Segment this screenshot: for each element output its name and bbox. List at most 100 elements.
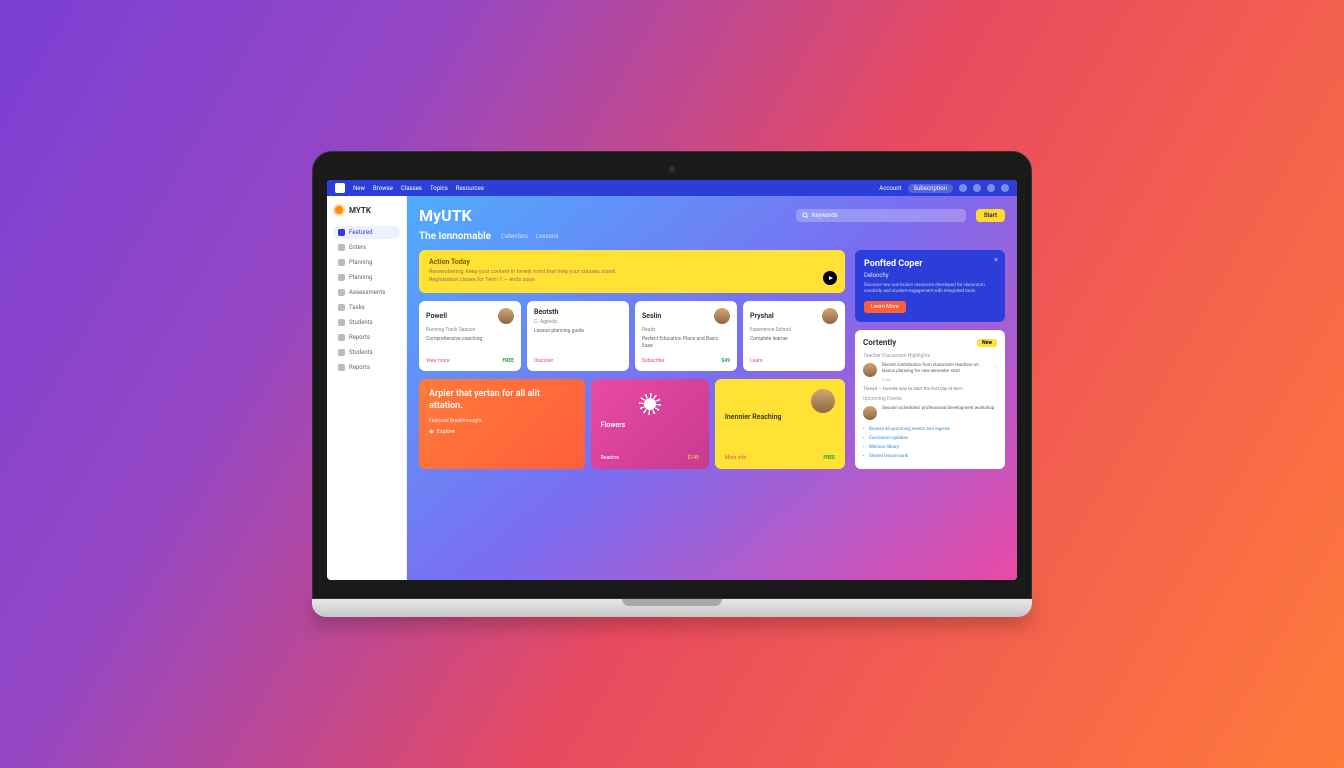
chevron-right-icon: › xyxy=(995,363,997,370)
link-item[interactable]: Browse all upcoming events and register xyxy=(863,425,997,434)
avatar xyxy=(498,308,514,324)
sidebar-item[interactable]: Planning xyxy=(333,256,400,269)
brand-text: MYTK xyxy=(349,206,371,215)
card-link[interactable]: Learn xyxy=(750,358,763,364)
close-icon[interactable]: × xyxy=(994,256,998,264)
avatar xyxy=(811,389,835,413)
section-label: Teacher Discussion Highlights xyxy=(863,353,997,359)
feed-line[interactable]: Thread — favorite way to start the first… xyxy=(863,387,997,392)
sidebar-nav: Featured Enters Planning Planning Assessment… xyxy=(333,226,400,374)
panel-title: Cortently xyxy=(863,338,896,347)
link-list: Browse all upcoming events and registerC… xyxy=(863,425,997,461)
nav-icon xyxy=(338,259,345,266)
brand[interactable]: MYTK xyxy=(333,204,400,216)
nav-icon xyxy=(338,319,345,326)
brand-logo-icon xyxy=(333,204,345,216)
nav-icon xyxy=(338,274,345,281)
nav-icon xyxy=(338,349,345,356)
sun-icon xyxy=(639,393,661,415)
profile-card[interactable]: PryshalExperience SchoolComplete learner… xyxy=(743,301,845,371)
link-item[interactable]: Curriculum updates xyxy=(863,434,997,443)
sub-tab[interactable]: Calendars xyxy=(501,233,528,240)
tile-title: Inennier Reaching xyxy=(725,413,835,422)
tile-explore-button[interactable]: ◉ Explore xyxy=(429,429,455,435)
topbar-nav-item[interactable]: Resources xyxy=(456,185,484,192)
topbar-nav-item[interactable]: Browse xyxy=(373,185,393,192)
feature-tiles: Arpier that yertan for all alit attation… xyxy=(419,379,845,469)
promo-subtitle: Delonchy xyxy=(864,272,996,279)
tile-meta: Featured Breakthroughs xyxy=(429,418,575,424)
section-tabs: Calendars Lessons xyxy=(501,233,558,240)
sidebar-item[interactable]: Assessments xyxy=(333,286,400,299)
avatar xyxy=(863,363,877,377)
topbar-subscription-badge[interactable]: Subscription xyxy=(908,184,954,193)
sidebar: MYTK Featured Enters Planning Planning Asses… xyxy=(327,196,407,580)
settings-icon[interactable] xyxy=(987,184,995,192)
help-icon[interactable] xyxy=(973,184,981,192)
section-title: The lennomable xyxy=(419,231,491,242)
app-screen: NewBrowseClassesTopicsResources Account … xyxy=(327,180,1017,580)
sidebar-item[interactable]: Planning xyxy=(333,271,400,284)
play-button[interactable] xyxy=(823,271,837,285)
feed-item[interactable]: Recent contribution from classroom teach… xyxy=(863,363,997,382)
topbar-nav-item[interactable]: Classes xyxy=(401,185,422,192)
notice-banner: Action Today Remembering: keep your cont… xyxy=(419,250,845,293)
tile-feature-yellow[interactable]: Inennier Reaching More info FREE xyxy=(715,379,845,469)
panel-badge: New xyxy=(977,339,997,347)
main-content: MyUTK Keywords Start The lennomable Cale… xyxy=(407,196,1017,580)
laptop-frame: NewBrowseClassesTopicsResources Account … xyxy=(312,151,1032,617)
notice-title: Action Today xyxy=(429,258,835,266)
profile-icon[interactable] xyxy=(1001,184,1009,192)
notification-icon[interactable] xyxy=(959,184,967,192)
topbar-logo-icon[interactable] xyxy=(335,183,345,193)
sub-tab[interactable]: Lessons xyxy=(536,233,558,240)
promo-text: Discover new curriculum resources develo… xyxy=(864,283,996,296)
avatar xyxy=(822,308,838,324)
card-link[interactable]: View more xyxy=(426,358,450,364)
profile-card[interactable]: SeslinReadyPerfect Education Plans and B… xyxy=(635,301,737,371)
sidebar-item[interactable]: Featured xyxy=(333,226,400,239)
nav-icon xyxy=(338,334,345,341)
tile-title: Arpier that yertan for all alit attation… xyxy=(429,389,575,412)
sidebar-item[interactable]: Reports xyxy=(333,331,400,344)
card-link[interactable]: Subscribe xyxy=(642,358,664,364)
search-placeholder: Keywords xyxy=(812,212,838,219)
tile-feature-pink[interactable]: Flowers Readme $149 xyxy=(591,379,709,469)
nav-icon xyxy=(338,304,345,311)
sidebar-item[interactable]: Students xyxy=(333,316,400,329)
search-input[interactable]: Keywords xyxy=(796,209,966,222)
card-link[interactable]: Discover xyxy=(534,358,553,364)
page-title: MyUTK xyxy=(419,206,472,225)
start-button[interactable]: Start xyxy=(976,209,1005,222)
sidebar-item[interactable]: Enters xyxy=(333,241,400,254)
nav-icon xyxy=(338,229,345,236)
activity-panel: Cortently New Teacher Discussion Highlig… xyxy=(855,330,1005,469)
profile-card-grid: PowellRunning Track SeasonComprehensive … xyxy=(419,301,845,371)
tile-feature-orange[interactable]: Arpier that yertan for all alit attation… xyxy=(419,379,585,469)
sidebar-item[interactable]: Tasks xyxy=(333,301,400,314)
tile-price: FREE xyxy=(823,455,835,461)
nav-icon xyxy=(338,289,345,296)
notice-line: Registration closes for Term 1 — ends so… xyxy=(429,277,835,283)
link-item[interactable]: Shared lesson bank xyxy=(863,452,997,461)
camera-dot xyxy=(669,166,675,172)
search-icon xyxy=(802,212,809,219)
topbar-nav-item[interactable]: New xyxy=(353,185,365,192)
avatar xyxy=(863,406,877,420)
avatar xyxy=(714,308,730,324)
notice-line: Remembering: keep your content in timely… xyxy=(429,269,835,275)
tile-link[interactable]: More info xyxy=(725,455,746,461)
right-aside: × Ponfted Coper Delonchy Discover new cu… xyxy=(855,250,1005,469)
profile-card[interactable]: BeotsthC. AgendaLesson planning guideDis… xyxy=(527,301,629,371)
topbar-nav-item[interactable]: Topics xyxy=(430,185,448,192)
sidebar-item[interactable]: Reports xyxy=(333,361,400,374)
link-item[interactable]: Webinar library xyxy=(863,443,997,452)
sidebar-item[interactable]: Students xyxy=(333,346,400,359)
promo-title: Ponfted Coper xyxy=(864,259,996,270)
profile-card[interactable]: PowellRunning Track SeasonComprehensive … xyxy=(419,301,521,371)
tile-title: Flowers xyxy=(601,421,699,430)
promo-cta-button[interactable]: Learn More xyxy=(864,301,906,313)
nav-icon xyxy=(338,364,345,371)
topbar-account[interactable]: Account xyxy=(879,185,901,192)
feed-item[interactable]: Session scheduled: professional developm… xyxy=(863,406,997,420)
